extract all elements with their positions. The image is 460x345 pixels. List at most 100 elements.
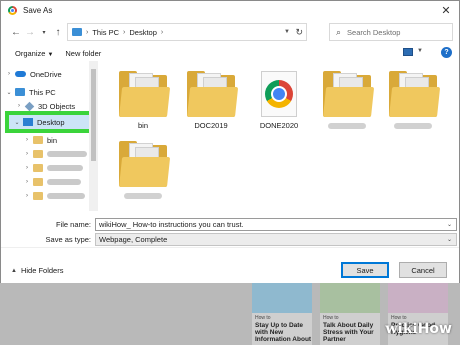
chevron-down-icon[interactable]: ⌄ (447, 221, 452, 228)
article-card[interactable]: How to Talk About Daily Stress with Your… (320, 283, 380, 345)
file-item-done2020[interactable]: DONE2020 (249, 71, 309, 130)
desktop-icon (23, 118, 33, 126)
view-options-icon[interactable] (403, 48, 413, 56)
chevron-right-icon[interactable]: › (23, 165, 31, 171)
file-item-blurred[interactable] (113, 141, 173, 199)
file-name: bin (137, 121, 148, 130)
organize-button[interactable]: Organize ▼ (15, 49, 53, 58)
chevron-right-icon[interactable]: › (23, 151, 31, 157)
back-arrow-icon[interactable]: ← (9, 25, 23, 39)
breadcrumb-this-pc[interactable]: This PC (92, 28, 119, 37)
tree-item-onedrive[interactable]: › OneDrive (5, 67, 62, 81)
tree-item-blurred[interactable]: › (23, 161, 83, 175)
chevron-right-icon[interactable]: › (23, 179, 31, 185)
recent-locations-icon[interactable]: ▾ (37, 25, 51, 39)
chevron-right-icon[interactable]: › (5, 71, 13, 77)
address-bar[interactable]: › This PC › Desktop › ▼ ↻ (67, 23, 307, 41)
file-name: DOC2019 (194, 121, 228, 130)
file-name-field[interactable]: wikiHow_ How-to instructions you can tru… (95, 217, 457, 231)
up-arrow-icon[interactable]: ↑ (51, 25, 65, 39)
nav-scrollbar[interactable] (89, 61, 98, 211)
folder-icon (119, 141, 171, 187)
folder-icon (33, 192, 43, 200)
navigation-pane: › OneDrive ⌄ This PC › 3D Objects ⌄ Desk… (1, 61, 98, 211)
refresh-icon[interactable]: ↻ (295, 27, 303, 38)
title-bar: Save As ✕ (1, 1, 459, 19)
tree-item-this-pc[interactable]: ⌄ This PC (5, 85, 55, 99)
forward-arrow-icon[interactable]: → (23, 25, 37, 39)
folder-icon (33, 178, 43, 186)
hide-folders-button[interactable]: ▲ Hide Folders (11, 266, 63, 275)
cancel-button[interactable]: Cancel (399, 262, 447, 278)
file-name-row: File name: wikiHow_ How-to instructions … (1, 217, 459, 231)
article-tag: How to (255, 315, 271, 321)
file-item-blurred[interactable] (383, 71, 443, 129)
article-thumbnail (388, 283, 448, 313)
chevron-right-icon[interactable]: › (86, 29, 88, 36)
chevron-up-icon: ▲ (11, 267, 17, 274)
tree-item-blurred[interactable]: › (23, 147, 87, 161)
save-type-value: Webpage, Complete (99, 234, 168, 244)
tree-item-desktop[interactable]: ⌄ Desktop (13, 115, 65, 129)
chevron-right-icon[interactable]: › (161, 29, 163, 36)
article-headline: Talk About Daily Stress with Your Partne… (323, 322, 374, 343)
blurred-label (47, 165, 83, 171)
this-pc-icon (72, 28, 82, 36)
chevron-right-icon[interactable]: › (23, 193, 31, 199)
file-name: DONE2020 (259, 121, 299, 130)
tree-item-blurred[interactable]: › (23, 175, 81, 189)
search-input[interactable]: ⌕ Search Desktop (329, 23, 453, 41)
chevron-right-icon[interactable]: › (15, 103, 23, 109)
save-type-row: Save as type: Webpage, Complete ⌄ (1, 232, 459, 246)
blurred-label (124, 193, 162, 199)
tree-item-bin[interactable]: › bin (23, 133, 57, 147)
wikihow-watermark: wikiHow (385, 321, 452, 337)
breadcrumb-desktop[interactable]: Desktop (129, 28, 157, 37)
watermark-wiki: wiki (385, 321, 418, 337)
tree-label-desktop: Desktop (37, 117, 65, 127)
new-folder-button[interactable]: New folder (65, 49, 101, 58)
folder-icon (33, 150, 43, 158)
file-item-doc2019[interactable]: DOC2019 (181, 71, 241, 130)
scrollbar-thumb[interactable] (91, 69, 96, 161)
tree-label-onedrive: OneDrive (30, 69, 62, 79)
help-icon[interactable]: ? (441, 47, 452, 58)
search-placeholder: Search Desktop (347, 27, 401, 37)
save-type-select[interactable]: Webpage, Complete ⌄ (95, 232, 457, 246)
file-item-bin[interactable]: bin (113, 71, 173, 130)
command-bar: Organize ▼ New folder ▼ ? (1, 45, 459, 61)
article-thumbnail (252, 283, 312, 313)
blurred-label (47, 193, 85, 199)
monitor-icon (15, 88, 25, 96)
close-button[interactable]: ✕ (439, 3, 453, 17)
tree-item-blurred[interactable]: › (23, 189, 85, 203)
folder-icon (33, 136, 43, 144)
chevron-down-icon[interactable]: ⌄ (447, 236, 452, 243)
chrome-icon (8, 5, 17, 15)
dialog-footer: ▲ Hide Folders Save Cancel (1, 247, 459, 283)
chevron-right-icon[interactable]: › (123, 29, 125, 36)
save-as-dialog: Save As ✕ ← → ▾ ↑ › This PC › Desktop › … (0, 0, 460, 283)
chrome-document-icon (259, 71, 299, 117)
blurred-label (47, 179, 81, 185)
chevron-down-icon[interactable]: ▼ (417, 48, 423, 54)
folder-icon (389, 71, 441, 117)
chevron-down-icon[interactable]: ⌄ (13, 119, 21, 126)
cloud-icon (15, 71, 26, 77)
blurred-label (394, 123, 432, 129)
address-row: ← → ▾ ↑ › This PC › Desktop › ▼ ↻ ⌕ Sear… (1, 19, 459, 45)
chevron-right-icon[interactable]: › (23, 137, 31, 143)
file-item-blurred[interactable] (317, 71, 377, 129)
save-form: File name: wikiHow_ How-to instructions … (1, 211, 459, 247)
folder-icon (323, 71, 375, 117)
folder-icon (187, 71, 239, 117)
folder-icon (33, 164, 43, 172)
folder-icon (119, 71, 171, 117)
tree-label-3d-objects: 3D Objects (38, 101, 76, 111)
file-name-label: File name: (55, 219, 91, 229)
save-button[interactable]: Save (341, 262, 389, 278)
article-card[interactable]: How to Stay Up to Date with New Informat… (252, 283, 312, 345)
search-icon: ⌕ (336, 26, 342, 37)
chevron-down-icon[interactable]: ▼ (284, 29, 290, 35)
chevron-down-icon[interactable]: ⌄ (5, 89, 13, 96)
